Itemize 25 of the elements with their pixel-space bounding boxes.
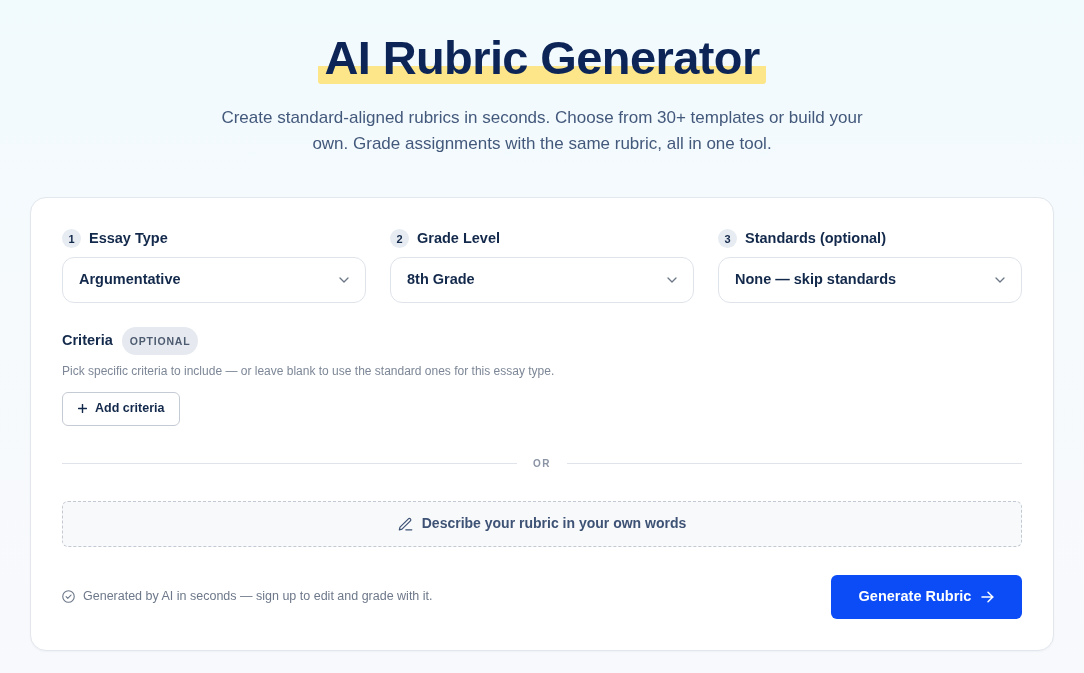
arrow-right-icon [981, 590, 995, 603]
describe-rubric-button[interactable]: Describe your rubric in your own words [62, 500, 1022, 547]
chevron-down-icon [995, 276, 1005, 283]
page-subtitle: Create standard-aligned rubrics in seconds. Choose from 30+ templates or build your own. Grade assignments with the same rubric, all in one tool. [220, 106, 864, 155]
step-number: 1 [62, 229, 81, 249]
dropdown-field[interactable]: 8th Grade [390, 256, 694, 303]
criteria-help-text: Pick specific criteria to include — or leave blank to use the standard ones for this essay type. [62, 362, 556, 379]
optional-badge: OPTIONAL [121, 326, 199, 355]
check-circle-icon [62, 590, 75, 604]
dropdown-field[interactable]: Argumentative [62, 256, 366, 303]
chevron-down-icon [339, 276, 349, 283]
pen-icon [397, 516, 413, 532]
generate-rubric-button[interactable]: Generate Rubric [831, 574, 1022, 619]
field-label: Grade Level [417, 228, 500, 248]
footer-note: Generated by AI in seconds — sign up to edit and grade with it. [83, 588, 433, 606]
chevron-down-icon [667, 276, 677, 283]
or-divider-text: OR [532, 456, 552, 471]
field-label: Essay Type [89, 228, 168, 248]
add-criteria-button[interactable]: Add criteria [62, 391, 181, 426]
criteria-label: Criteria [62, 330, 113, 350]
step-number: 2 [390, 229, 409, 249]
plus-icon [78, 404, 87, 414]
step-number: 3 [718, 229, 737, 249]
dropdown-field[interactable]: None — skip standards [718, 256, 1022, 303]
field-label: Standards (optional) [745, 228, 886, 248]
